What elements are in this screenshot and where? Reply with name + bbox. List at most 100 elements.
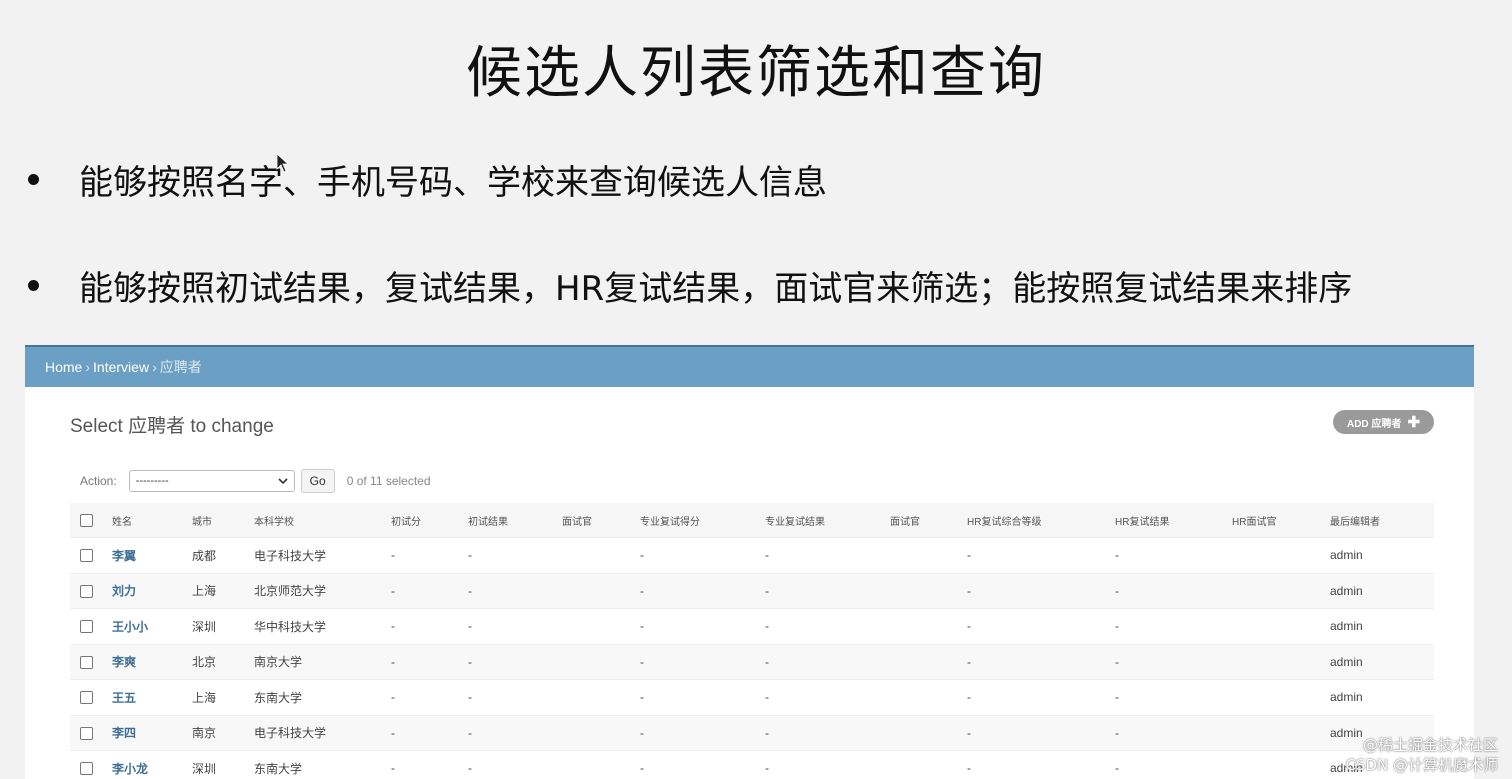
row-checkbox[interactable]	[80, 726, 93, 740]
candidate-name-cell[interactable]: 李小龙	[112, 750, 192, 779]
row-checkbox[interactable]	[80, 549, 93, 563]
candidate-name-cell[interactable]: 李翼	[112, 537, 192, 574]
candidate-name-cell[interactable]: 王五	[112, 679, 192, 716]
table-row[interactable]: 李小龙 深圳 东南大学 - - - - - - admin	[70, 750, 1434, 779]
column-header[interactable]: HR面试官	[1232, 503, 1330, 538]
row-checkbox[interactable]	[80, 762, 93, 776]
table-cell: -	[1115, 679, 1232, 716]
watermark: @稀土掘金技术社区 CSDN @计算机魔术师	[1345, 735, 1498, 775]
row-checkbox[interactable]	[80, 655, 93, 669]
breadcrumb-separator: ›	[152, 359, 157, 375]
table-cell: -	[468, 608, 562, 645]
candidate-name-cell[interactable]: 王小小	[112, 608, 192, 645]
table-cell: -	[391, 608, 468, 645]
table-cell	[1232, 573, 1330, 609]
breadcrumb-home-link[interactable]: Home	[45, 359, 82, 375]
candidate-name-link[interactable]: 李爽	[112, 655, 136, 669]
row-checkbox[interactable]	[80, 691, 93, 705]
column-header[interactable]: 面试官	[562, 503, 640, 538]
row-checkbox-cell	[70, 715, 112, 751]
table-row[interactable]: 王小小 深圳 华中科技大学 - - - - - - admin	[70, 608, 1434, 645]
table-cell: 上海	[192, 573, 254, 609]
column-header[interactable]: 专业复试结果	[765, 503, 890, 538]
table-header-row: 姓名 城市 本科学校 初试分 初试结果 面试官 专业复试得分 专业复试结果 面试…	[70, 503, 1434, 538]
table-row[interactable]: 王五 上海 东南大学 - - - - - - admin	[70, 679, 1434, 716]
table-cell	[1232, 715, 1330, 751]
table-cell: 东南大学	[254, 750, 391, 779]
page-title: Select 应聘者 to change	[70, 416, 274, 437]
table-cell: 北京师范大学	[254, 573, 391, 609]
column-header[interactable]: 最后编辑者	[1330, 503, 1434, 538]
table-cell	[1232, 644, 1330, 680]
column-header[interactable]: HR复试综合等级	[967, 503, 1115, 538]
table-cell: -	[967, 750, 1115, 779]
candidate-name-link[interactable]: 王五	[112, 691, 136, 705]
table-cell	[890, 644, 967, 680]
column-header[interactable]: 本科学校	[254, 503, 391, 538]
breadcrumb-interview-link[interactable]: Interview	[93, 359, 149, 375]
column-header[interactable]: 面试官	[890, 503, 967, 538]
table-cell	[562, 537, 640, 574]
table-cell	[890, 608, 967, 645]
table-cell	[562, 750, 640, 779]
table-cell: -	[640, 679, 765, 716]
action-label: Action:	[80, 474, 117, 488]
add-candidate-button[interactable]: ADD 应聘者 ✚	[1333, 410, 1434, 434]
table-cell: 南京	[192, 715, 254, 751]
table-cell	[890, 679, 967, 716]
breadcrumb-current: 应聘者	[159, 359, 202, 375]
select-all-checkbox[interactable]	[80, 513, 93, 527]
row-checkbox[interactable]	[80, 620, 93, 634]
table-cell: -	[967, 537, 1115, 574]
row-checkbox[interactable]	[80, 584, 93, 598]
table-cell: 电子科技大学	[254, 537, 391, 574]
go-button[interactable]: Go	[300, 469, 335, 493]
action-bar: Action: --------- Go 0 of 11 selected	[80, 468, 431, 494]
table-cell: admin	[1330, 679, 1434, 716]
table-cell: -	[391, 715, 468, 751]
candidate-name-cell[interactable]: 刘力	[112, 573, 192, 609]
column-header[interactable]: 专业复试得分	[640, 503, 765, 538]
add-button-label: ADD 应聘者	[1346, 418, 1402, 430]
mouse-cursor-icon	[276, 153, 288, 173]
table-cell: -	[765, 679, 890, 716]
table-row[interactable]: 刘力 上海 北京师范大学 - - - - - - admin	[70, 573, 1434, 609]
table-cell: 南京大学	[254, 644, 391, 680]
table-cell: -	[1115, 537, 1232, 574]
candidate-name-link[interactable]: 刘力	[112, 584, 136, 598]
table-cell	[1232, 537, 1330, 574]
table-cell	[890, 715, 967, 751]
table-row[interactable]: 李四 南京 电子科技大学 - - - - - - admin	[70, 715, 1434, 751]
column-header[interactable]: 城市	[192, 503, 254, 538]
column-header[interactable]: 初试分	[391, 503, 468, 538]
table-cell: 东南大学	[254, 679, 391, 716]
table-cell: -	[468, 679, 562, 716]
column-header[interactable]: 姓名	[112, 503, 192, 538]
candidate-name-cell[interactable]: 李爽	[112, 644, 192, 680]
action-select[interactable]: ---------	[128, 470, 295, 492]
table-row[interactable]: 李翼 成都 电子科技大学 - - - - - - admin	[70, 537, 1434, 574]
table-cell: -	[765, 537, 890, 574]
table-cell: -	[468, 750, 562, 779]
table-cell: -	[1115, 715, 1232, 751]
table-cell: -	[765, 573, 890, 609]
candidate-name-link[interactable]: 李翼	[112, 549, 136, 563]
candidate-name-link[interactable]: 王小小	[112, 620, 148, 634]
admin-panel: Home › Interview › 应聘者 Select 应聘者 to cha…	[25, 345, 1474, 779]
table-cell	[890, 537, 967, 574]
table-cell: -	[640, 750, 765, 779]
selection-counter: 0 of 11 selected	[346, 474, 431, 488]
column-header[interactable]: 初试结果	[468, 503, 562, 538]
candidate-name-link[interactable]: 李四	[112, 726, 136, 740]
candidate-name-link[interactable]: 李小龙	[112, 762, 148, 776]
row-checkbox-cell	[70, 679, 112, 716]
table-cell	[562, 715, 640, 751]
row-checkbox-cell	[70, 608, 112, 645]
table-cell: -	[391, 573, 468, 609]
table-cell: 北京	[192, 644, 254, 680]
candidate-name-cell[interactable]: 李四	[112, 715, 192, 751]
table-cell: -	[468, 715, 562, 751]
table-row[interactable]: 李爽 北京 南京大学 - - - - - - admin	[70, 644, 1434, 680]
column-header[interactable]: HR复试结果	[1115, 503, 1232, 538]
table-cell: -	[391, 679, 468, 716]
